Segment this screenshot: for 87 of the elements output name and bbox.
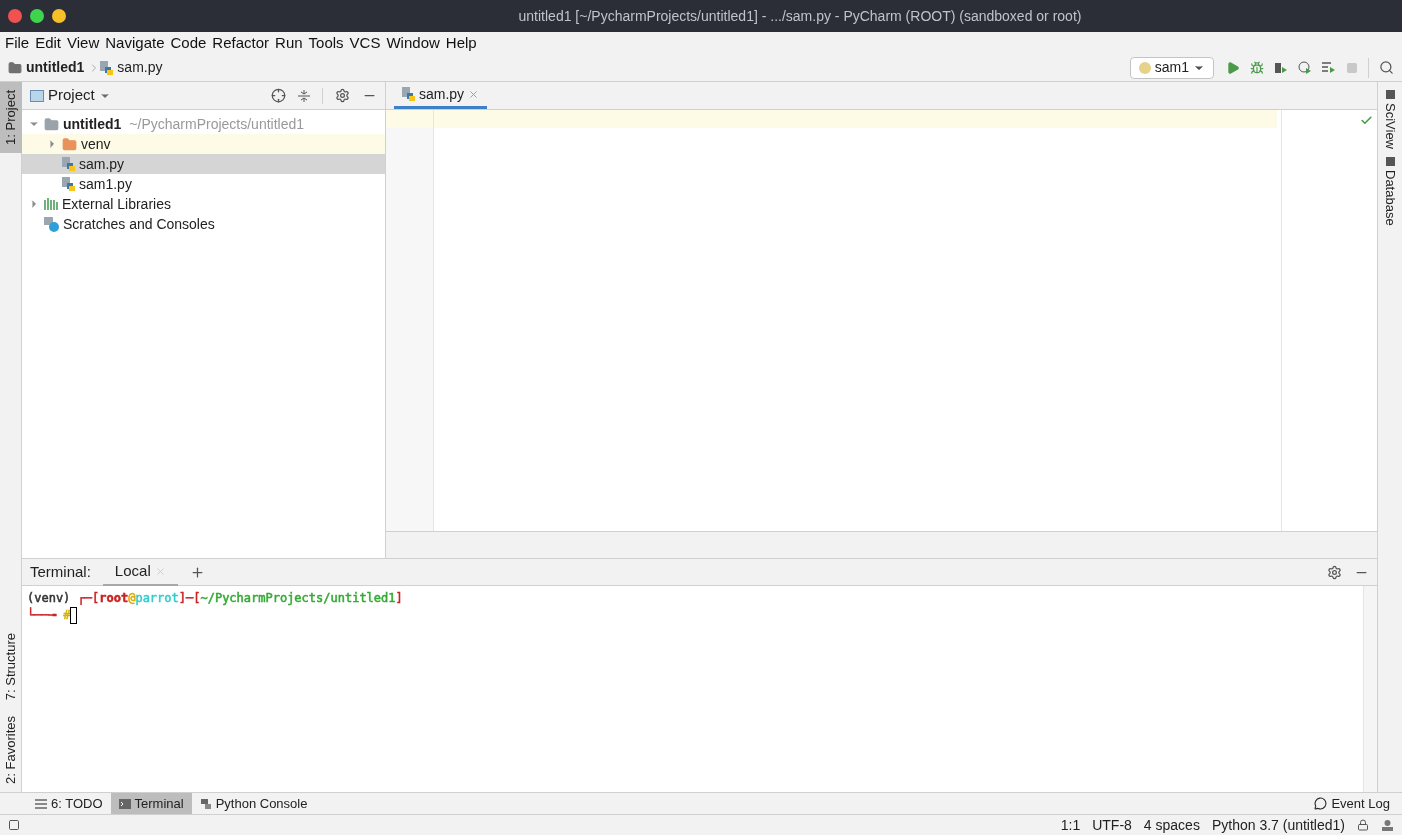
terminal-text: (venv) bbox=[27, 590, 72, 607]
scrollbar-track[interactable] bbox=[1363, 586, 1377, 792]
terminal-text: ┌─[ bbox=[77, 590, 100, 607]
tree-label: sam1.py bbox=[79, 174, 132, 194]
menu-item[interactable]: Window bbox=[386, 31, 440, 55]
tree-label: Scratches and Consoles bbox=[63, 214, 215, 234]
folder-icon bbox=[62, 136, 77, 152]
event-log-button[interactable]: Event Log bbox=[1314, 793, 1390, 814]
status-item[interactable]: 1:1 bbox=[1060, 814, 1081, 835]
run-icon[interactable] bbox=[1226, 60, 1240, 75]
tree-item[interactable]: sam1.py bbox=[22, 174, 385, 194]
speech-bubble-icon bbox=[1314, 797, 1328, 810]
terminal-text: parrot bbox=[135, 590, 179, 607]
tree-path-hint: ~/PycharmProjects/untitled1 bbox=[129, 114, 305, 134]
tool-window-tab[interactable]: SciView bbox=[1380, 86, 1400, 153]
close-icon[interactable] bbox=[468, 88, 480, 100]
lock-icon[interactable] bbox=[1357, 819, 1369, 831]
coverage-icon[interactable] bbox=[1274, 60, 1288, 75]
status-item[interactable]: 4 spaces bbox=[1143, 814, 1200, 835]
folder-icon bbox=[8, 60, 22, 75]
check-icon bbox=[1360, 114, 1373, 127]
breadcrumb[interactable]: untitled1 bbox=[26, 57, 85, 78]
list-icon bbox=[35, 798, 47, 809]
profile-icon[interactable] bbox=[1298, 60, 1312, 75]
minimize-window-button[interactable] bbox=[52, 9, 66, 23]
terminal-text: └──╼ bbox=[27, 607, 58, 624]
terminal-text: # bbox=[63, 607, 71, 624]
python-file-icon bbox=[62, 177, 75, 191]
python-file-icon bbox=[402, 87, 415, 101]
tree-item[interactable]: sam.py bbox=[22, 154, 385, 174]
python-file-icon bbox=[62, 157, 75, 171]
panel-title: Terminal: bbox=[30, 561, 91, 582]
library-icon bbox=[44, 198, 58, 210]
tool-window-tab[interactable]: 7: Structure bbox=[0, 624, 22, 709]
menu-item[interactable]: Edit bbox=[35, 31, 62, 55]
tool-window-tab[interactable]: Database bbox=[1380, 153, 1400, 230]
search-icon[interactable] bbox=[1379, 60, 1394, 75]
collapse-icon[interactable] bbox=[298, 88, 310, 103]
tool-window-button[interactable]: Terminal bbox=[110, 792, 192, 815]
terminal-text: ] bbox=[395, 590, 403, 607]
menu-item[interactable]: Refactor bbox=[212, 31, 270, 55]
status-item[interactable]: UTF-8 bbox=[1092, 814, 1132, 835]
tree-label: venv bbox=[81, 134, 111, 154]
run-configuration-dropdown[interactable]: sam1 bbox=[1129, 56, 1214, 79]
close-window-button[interactable] bbox=[8, 9, 22, 23]
settings-icon[interactable] bbox=[335, 88, 350, 103]
python-file-icon bbox=[100, 60, 114, 75]
tool-window-button[interactable]: 6: TODO bbox=[27, 792, 111, 815]
locate-icon[interactable] bbox=[271, 88, 286, 103]
panel-title[interactable]: Project bbox=[48, 84, 95, 107]
tree-label: sam.py bbox=[79, 154, 125, 174]
terminal-text: @ bbox=[128, 590, 136, 607]
layout-icon[interactable] bbox=[8, 819, 20, 831]
menu-item[interactable]: Help bbox=[445, 31, 477, 55]
project-view-icon bbox=[30, 89, 44, 102]
inspector-icon[interactable] bbox=[1381, 818, 1394, 832]
menu-item[interactable]: View bbox=[67, 31, 100, 55]
debug-icon[interactable] bbox=[1250, 60, 1264, 75]
terminal-icon bbox=[118, 798, 131, 809]
tree-item[interactable]: venv bbox=[22, 134, 385, 154]
terminal-text: ]─[ bbox=[178, 590, 201, 607]
menu-item[interactable]: VCS bbox=[349, 31, 381, 55]
text-cursor bbox=[70, 607, 78, 624]
tool-window-tab[interactable]: 2: Favorites bbox=[0, 708, 22, 792]
terminal-text: ~/PycharmProjects/untitled1 bbox=[200, 590, 396, 607]
folder-icon bbox=[44, 116, 59, 132]
menu-item[interactable]: Code bbox=[170, 31, 207, 55]
run-list-icon[interactable] bbox=[1322, 61, 1336, 74]
tool-window-button[interactable]: Python Console bbox=[191, 792, 316, 815]
maximize-window-button[interactable] bbox=[30, 9, 44, 23]
tree-item[interactable]: External Libraries bbox=[22, 194, 385, 214]
window-title: untitled1 [~/PycharmProjects/untitled1] - .../sam.py - PyCharm (ROOT) (sandboxed or root) bbox=[517, 6, 1083, 26]
breadcrumb[interactable]: sam.py bbox=[117, 57, 163, 78]
tree-label: untitled1 bbox=[63, 114, 122, 134]
menu-item[interactable]: Run bbox=[275, 31, 303, 55]
terminal-text: root bbox=[99, 590, 129, 607]
add-icon[interactable] bbox=[189, 564, 205, 580]
settings-icon[interactable] bbox=[1327, 564, 1342, 580]
tree-label: External Libraries bbox=[62, 194, 171, 214]
menu-item[interactable]: Navigate bbox=[105, 31, 165, 55]
tool-window-tab[interactable]: 1: Project bbox=[0, 82, 22, 153]
menu-item[interactable]: File bbox=[5, 31, 30, 55]
status-item[interactable]: Python 3.7 (untitled1) bbox=[1211, 814, 1345, 835]
scratch-icon bbox=[44, 216, 59, 232]
tree-item[interactable]: untitled1 ~/PycharmProjects/untitled1 bbox=[22, 114, 385, 134]
tree-item[interactable]: Scratches and Consoles bbox=[22, 214, 385, 234]
menu-item[interactable]: Tools bbox=[308, 31, 344, 55]
